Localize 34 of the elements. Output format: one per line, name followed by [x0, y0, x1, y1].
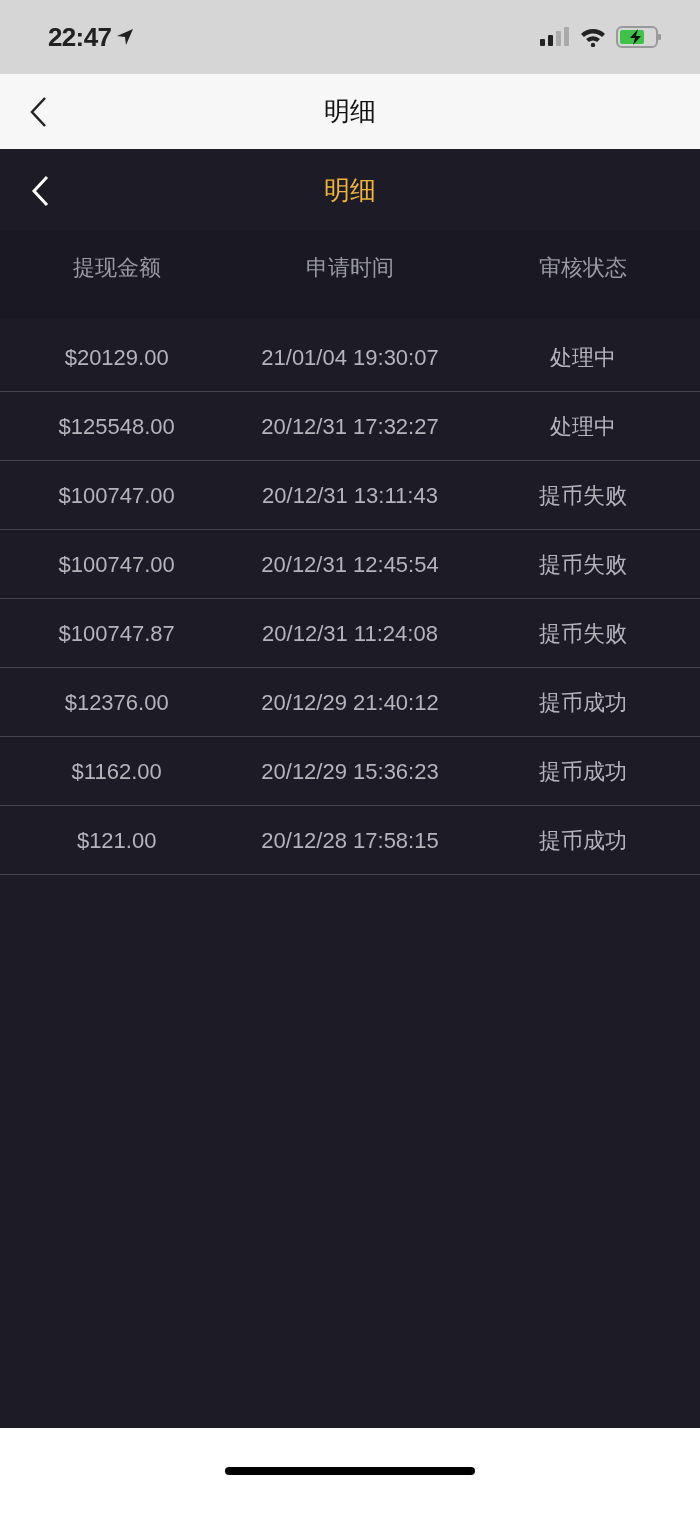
table-cell-text: $20129.00 [63, 343, 170, 372]
table-cell-text: 提币失败 [538, 550, 629, 579]
table-cell-text: $100747.00 [57, 550, 176, 579]
signal-icon [540, 27, 570, 47]
table-cell-text: $1162.00 [70, 757, 163, 786]
nav-title: 明细 [324, 95, 376, 128]
table-cell-text: 提币失败 [538, 619, 629, 648]
table-cell-text: 20/12/31 13:11:43 [261, 481, 439, 510]
table-cell-text: 21/01/04 19:30:07 [260, 343, 440, 372]
location-arrow-icon [115, 27, 136, 47]
table-cell-text: 20/12/31 11:24:08 [261, 619, 439, 648]
table-cell-text: 提币成功 [538, 757, 629, 786]
table-cell-text: 20/12/31 17:32:27 [260, 412, 440, 441]
wifi-icon [580, 27, 606, 47]
table-cell-text: 处理中 [549, 343, 618, 372]
table-cell-text: $12376.00 [63, 688, 170, 717]
table-cell-text: $121.00 [75, 826, 158, 855]
table-cell-text: 处理中 [549, 412, 618, 441]
table-cell-text: $100747.87 [57, 619, 176, 648]
status-time: 22:47 [48, 20, 112, 54]
battery-charging-icon [616, 25, 662, 49]
column-header: 申请时间 [305, 253, 395, 282]
table-cell-text: 20/12/29 21:40:12 [260, 688, 440, 717]
page-title: 明细 [324, 173, 376, 207]
table-cell-text: $100747.00 [57, 481, 176, 510]
column-header: 审核状态 [538, 253, 629, 282]
table-cell-text: 20/12/29 15:36:23 [260, 757, 440, 786]
table-cell-text: 20/12/31 12:45:54 [260, 550, 440, 579]
table-cell-text: $125548.00 [57, 412, 176, 441]
table-cell-text: 提币失败 [538, 481, 629, 510]
table-cell-text: 提币成功 [538, 688, 629, 717]
table-cell-text: 20/12/28 17:58:15 [260, 826, 440, 855]
column-header: 提现金额 [71, 253, 162, 282]
table-cell-text: 提币成功 [538, 826, 629, 855]
